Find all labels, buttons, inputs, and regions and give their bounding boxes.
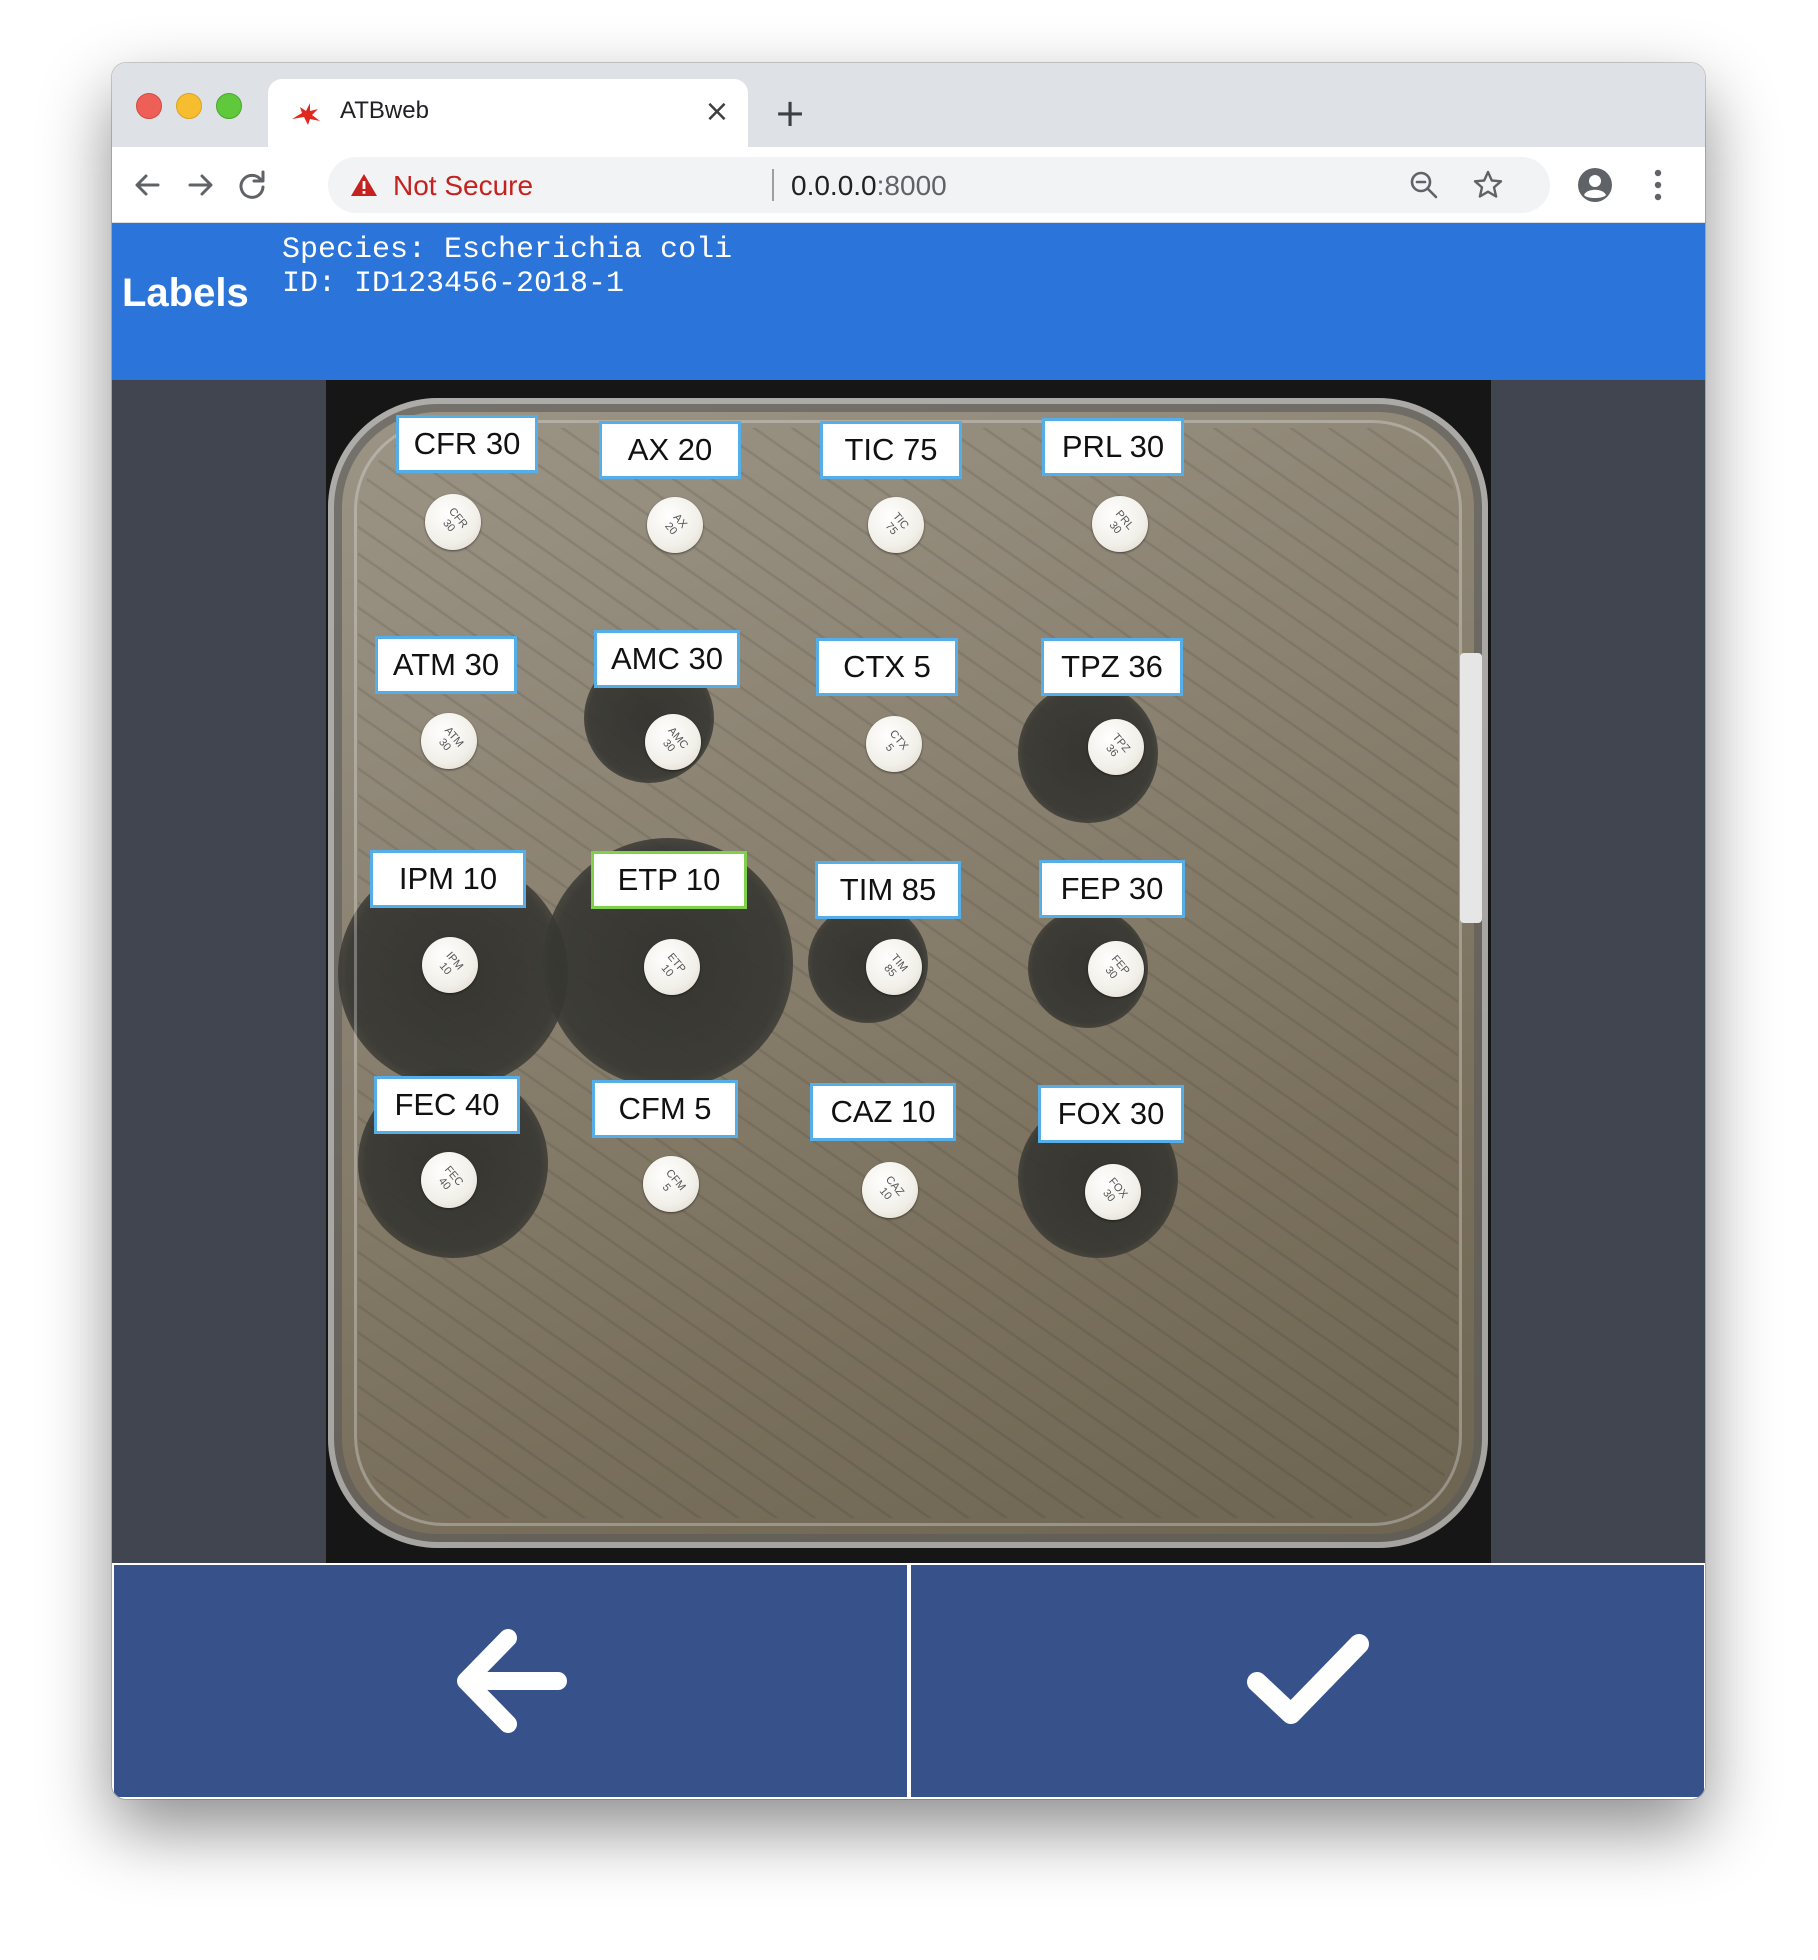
disc-code: FEP 30 [1102,953,1133,982]
close-window-button[interactable] [136,93,162,119]
inhibition-zone [1018,683,1158,823]
antibiotic-label[interactable]: AMC 30 [594,630,740,688]
address-bar[interactable]: Not Secure 0.0.0.0:8000 [328,157,1550,213]
antibiotic-label[interactable]: CFR 30 [396,415,538,473]
antibiotic-disc: CFR 30 [425,494,481,550]
antibiotic-label[interactable]: CAZ 10 [810,1083,956,1141]
antibiotic-disc: CAZ 10 [862,1162,918,1218]
antibiotic-disc: TIC 75 [868,497,924,553]
star-icon[interactable] [1472,169,1504,201]
reload-icon[interactable] [230,163,274,207]
disc-code: FEC 40 [435,1163,466,1193]
left-arrow-icon [456,1629,567,1733]
antibiotic-label[interactable]: CFM 5 [592,1080,738,1138]
url-text[interactable]: 0.0.0.0:8000 [791,170,947,202]
antibiotic-disc: CFM 5 [643,1156,699,1212]
tab-title: ATBweb [340,97,429,124]
browser-toolbar: Not Secure 0.0.0.0:8000 [112,147,1705,223]
disc-code: PRL 30 [1106,508,1137,537]
forward-arrow-icon[interactable] [178,163,222,207]
species-line: Species: Escherichia coli [282,233,733,267]
antibiotic-disc: ETP 10 [644,939,700,995]
antibiotic-label[interactable]: FEP 30 [1039,860,1185,918]
antibiotic-disc: FEC 40 [421,1152,477,1208]
new-tab-icon[interactable]: + [768,93,812,137]
disc-code: IPM 10 [436,949,466,978]
disc-code: TIM 85 [880,952,910,980]
msf-logo-icon [292,103,320,125]
tab-strip: ATBweb × + [112,63,1705,147]
antibiotic-disc: FOX 30 [1085,1164,1141,1220]
disc-code: CFR 30 [439,505,470,535]
antibiotic-disc: AX 20 [647,497,703,553]
antibiotic-disc: AMC 30 [645,714,701,770]
id-line: ID: ID123456-2018-1 [282,267,625,301]
url-host: 0.0.0.0 [791,170,877,201]
antibiotic-label[interactable]: TIM 85 [815,861,961,919]
disc-code: FOX 30 [1099,1175,1130,1205]
tab-close-icon[interactable]: × [700,95,734,129]
inhibition-zone [808,903,928,1023]
plate-photo: CFR 30 AX 20 TIC 75 PRL 30 ATM 30 AMC 30 CTX 5… [326,380,1491,1563]
browser-window: ATBweb × + Not Secure 0.0.0.0:8000 Label… [112,63,1705,1799]
back-button[interactable] [114,1565,907,1797]
zoom-icon[interactable] [1408,169,1440,201]
plate-edge-tab [1460,653,1482,923]
disc-code: ATM 30 [435,724,466,754]
browser-tab[interactable]: ATBweb × [268,79,748,147]
disc-code: CTX 5 [882,727,911,755]
inhibition-zone [1028,908,1148,1028]
image-area: CFR 30 AX 20 TIC 75 PRL 30 ATM 30 AMC 30 CTX 5… [112,380,1705,1563]
disc-code: CFM 5 [659,1167,688,1195]
disc-code: TIC 75 [882,510,911,538]
disc-code: CAZ 10 [876,1173,907,1203]
url-separator [772,169,774,201]
antibiotic-disc: FEP 30 [1088,941,1144,997]
bacterial-lawn [358,428,1458,1518]
antibiotic-disc: TIM 85 [866,939,922,995]
checkmark-icon [1246,1634,1369,1724]
antibiotic-disc: ATM 30 [421,713,477,769]
disc-code: TPZ 36 [1102,731,1132,760]
disc-code: ETP 10 [658,951,689,980]
action-bar [112,1563,1705,1799]
antibiotic-label[interactable]: IPM 10 [370,850,526,908]
security-status[interactable]: Not Secure [393,170,533,202]
antibiotic-disc: CTX 5 [866,716,922,772]
antibiotic-disc: IPM 10 [422,937,478,993]
back-arrow-icon[interactable] [126,163,170,207]
account-icon[interactable] [1577,167,1613,203]
maximize-window-button[interactable] [216,93,242,119]
antibiotic-label[interactable]: TPZ 36 [1041,638,1183,696]
antibiotic-label[interactable]: PRL 30 [1042,418,1184,476]
antibiotic-label[interactable]: CTX 5 [816,638,958,696]
confirm-button[interactable] [911,1565,1704,1797]
warning-icon [351,174,377,196]
antibiotic-label[interactable]: ATM 30 [375,636,517,694]
petri-plate: CFR 30 AX 20 TIC 75 PRL 30 ATM 30 AMC 30 CTX 5… [328,398,1488,1548]
menu-icon[interactable] [1652,167,1664,203]
antibiotic-disc: TPZ 36 [1088,719,1144,775]
antibiotic-label[interactable]: FOX 30 [1038,1085,1184,1143]
sample-info: Species: Escherichia coli ID: ID123456-20… [282,233,732,301]
antibiotic-label[interactable]: TIC 75 [820,421,962,479]
disc-code: AMC 30 [659,724,691,755]
antibiotic-label[interactable]: ETP 10 [591,851,747,909]
antibiotic-label[interactable]: FEC 40 [374,1076,520,1134]
antibiotic-label[interactable]: AX 20 [599,421,741,479]
antibiotic-disc: PRL 30 [1092,496,1148,552]
app-header: Labels Species: Escherichia coli ID: ID12… [112,223,1705,380]
minimize-window-button[interactable] [176,93,202,119]
url-port: :8000 [876,170,947,201]
page-title: Labels [122,271,249,315]
disc-code: AX 20 [661,511,689,538]
